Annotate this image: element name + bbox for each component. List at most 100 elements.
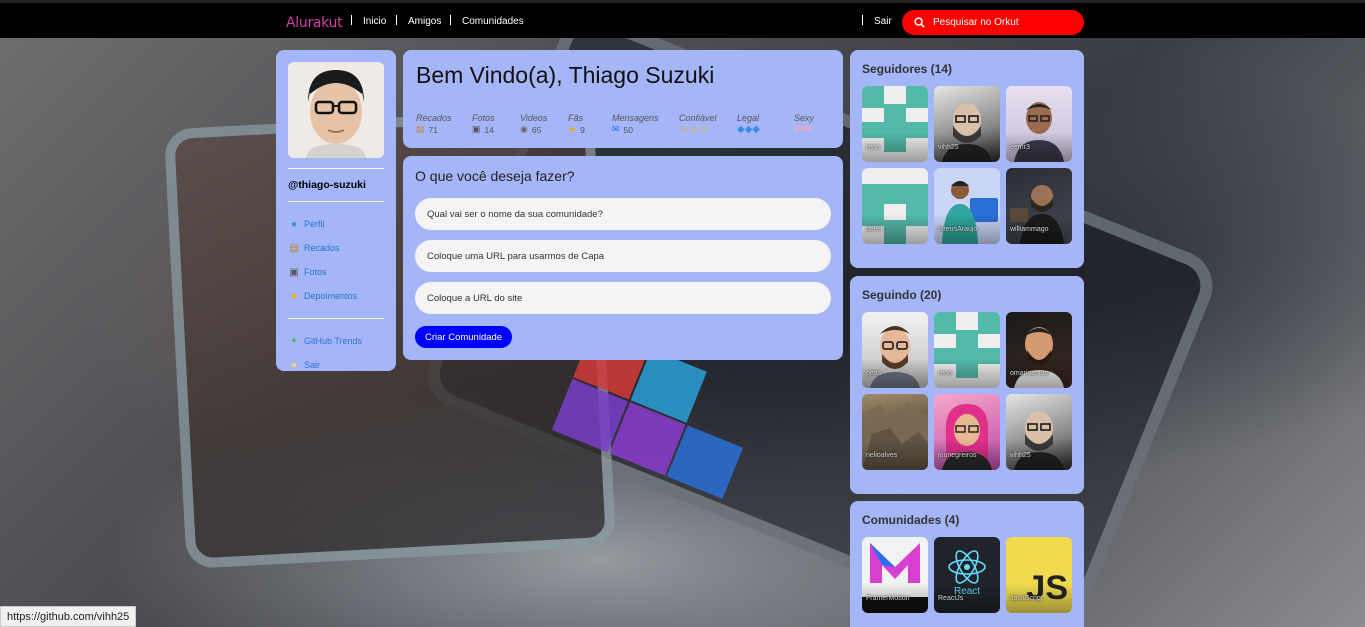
search-input[interactable]: Pesquisar no Orkut <box>902 10 1084 35</box>
stat-label: Videos <box>520 113 548 123</box>
create-community-button[interactable]: Criar Comunidade <box>415 326 513 348</box>
stat-videos: Videos ◉ 65 <box>520 113 568 135</box>
divider <box>288 168 384 169</box>
following-name: juunegreiros <box>938 452 977 459</box>
following-card[interactable]: peas <box>862 312 928 388</box>
following-card[interactable]: vihh25 <box>1006 394 1072 470</box>
stat-value: 65 <box>531 124 542 135</box>
menu-label: GitHub Trends <box>304 336 363 346</box>
menu-item-recados[interactable]: ▤ Recados <box>288 236 384 260</box>
following-name: reno <box>938 370 953 377</box>
follower-card[interactable]: reno <box>862 86 928 162</box>
follower-name: tateusAraujo <box>938 226 978 233</box>
stat-fas: Fãs ★ 9 <box>568 113 612 135</box>
menu-item-fotos[interactable]: ▣ Fotos <box>288 260 384 284</box>
sun-exit-icon: ● <box>290 359 298 371</box>
following-name: nelioalves <box>866 452 898 459</box>
menu-item-sair[interactable]: ● Sair <box>288 353 384 377</box>
search-placeholder: Pesquisar no Orkut <box>933 17 1019 28</box>
nav-inicio-link[interactable]: Inicio <box>363 16 386 27</box>
follower-name: reno <box>866 144 881 151</box>
communities-box: Comunidades (4) FramerMotion React React… <box>850 501 1084 627</box>
profile-sidebar: @thiago-suzuki ● Perfil ▤ Recados ▣ Foto… <box>276 50 396 371</box>
following-name: peas <box>866 370 882 377</box>
heart-icon: ♥♥♥ <box>794 124 812 135</box>
stat-label: Confiável <box>679 113 717 123</box>
follower-card[interactable]: tateusAraujo <box>934 168 1000 244</box>
stat-label: Mensagens <box>612 113 659 123</box>
profile-avatar[interactable] <box>288 62 384 158</box>
follower-card[interactable]: deleil <box>862 168 928 244</box>
following-card[interactable]: juunegreiros <box>934 394 1000 470</box>
following-box: Seguindo (20) peas reno omariosouto neli… <box>850 276 1084 494</box>
camera-icon: ▣ <box>472 124 481 134</box>
form-title: O que você deseja fazer? <box>415 168 575 184</box>
stat-mensagens: Mensagens ✉ 50 <box>612 113 679 135</box>
camera-icon: ▣ <box>289 266 299 278</box>
followers-box: Seguidores (14) reno vihh25 eemr3 deleil <box>850 50 1084 268</box>
following-title: Seguindo (20) <box>862 288 942 302</box>
nav-comunidades-link[interactable]: Comunidades <box>462 16 524 27</box>
menu-label: Perfil <box>304 219 325 229</box>
community-name: JavaScript <box>1010 595 1043 602</box>
alurakut-logo[interactable]: Alurakut <box>286 15 343 31</box>
star-icon: ★ <box>568 124 577 134</box>
following-name: omariosouto <box>1010 370 1049 377</box>
follower-card[interactable]: williammago <box>1006 168 1072 244</box>
stat-label: Fotos <box>472 113 495 123</box>
book-icon: ▤ <box>416 124 425 134</box>
community-name-input[interactable]: Qual vai ser o nome da sua comunidade? <box>415 198 831 230</box>
video-icon: ◉ <box>520 124 528 134</box>
status-url-bar: https://github.com/vihh25 <box>0 606 137 627</box>
followers-title: Seguidores (14) <box>862 62 953 76</box>
create-community-form: O que você deseja fazer? Qual vai ser o … <box>403 156 843 360</box>
community-card[interactable]: JS JavaScript <box>1006 537 1072 613</box>
follower-name: deleil <box>866 226 883 233</box>
book-icon: ▤ <box>289 242 299 254</box>
stat-legal: Legal ◆◆◆ <box>737 113 794 135</box>
site-url-input[interactable]: Coloque a URL do site <box>415 282 831 314</box>
stat-label: Sexy <box>794 113 815 123</box>
profile-handle[interactable]: @thiago-suzuki <box>288 179 384 191</box>
nav-amigos-link[interactable]: Amigos <box>408 16 441 27</box>
follower-card[interactable]: eemr3 <box>1006 86 1072 162</box>
smiley-icon: ☺☺☺ <box>679 124 710 135</box>
following-name: vihh25 <box>1010 452 1031 459</box>
stat-fotos: Fotos ▣ 14 <box>472 113 520 135</box>
community-name: FramerMotion <box>866 595 910 602</box>
stat-label: Fãs <box>568 113 584 123</box>
community-card[interactable]: FramerMotion <box>862 537 928 613</box>
search-icon <box>914 17 925 28</box>
logout-link[interactable]: Sair <box>874 16 892 27</box>
stat-confiavel: Confiável ☺☺☺ <box>679 113 737 135</box>
nav-separator <box>351 15 352 25</box>
svg-text:JS: JS <box>1026 569 1068 607</box>
mail-icon: ✉ <box>612 124 620 134</box>
menu-item-perfil[interactable]: ● Perfil <box>288 212 384 236</box>
stat-value: 14 <box>484 124 494 135</box>
stat-label: Recados <box>416 113 452 123</box>
communities-title: Comunidades (4) <box>862 513 960 527</box>
following-card[interactable]: reno <box>934 312 1000 388</box>
menu-label: Recados <box>304 243 340 253</box>
stat-recados: Recados ▤ 71 <box>416 113 472 135</box>
follower-name: williammago <box>1010 226 1049 233</box>
menu-label: Fotos <box>304 267 327 277</box>
menu-item-github-trends[interactable]: + GitHub Trends <box>288 329 384 353</box>
following-card[interactable]: nelioalves <box>862 394 928 470</box>
community-card[interactable]: React ReactJs <box>934 537 1000 613</box>
stat-value: 9 <box>580 124 585 135</box>
follower-name: eemr3 <box>1010 144 1030 151</box>
cover-url-input[interactable]: Coloque uma URL para usarmos de Capa <box>415 240 831 272</box>
following-card[interactable]: omariosouto <box>1006 312 1072 388</box>
community-name: ReactJs <box>938 595 964 602</box>
menu-label: Depoimentos <box>304 291 358 301</box>
divider <box>288 318 384 319</box>
user-icon: ● <box>290 218 298 230</box>
plus-icon: + <box>291 335 297 347</box>
nav-separator <box>396 15 397 25</box>
stat-label: Legal <box>737 113 760 123</box>
follower-card[interactable]: vihh25 <box>934 86 1000 162</box>
follower-name: vihh25 <box>938 144 959 151</box>
menu-item-depoimentos[interactable]: ● Depoimentos <box>288 284 384 308</box>
